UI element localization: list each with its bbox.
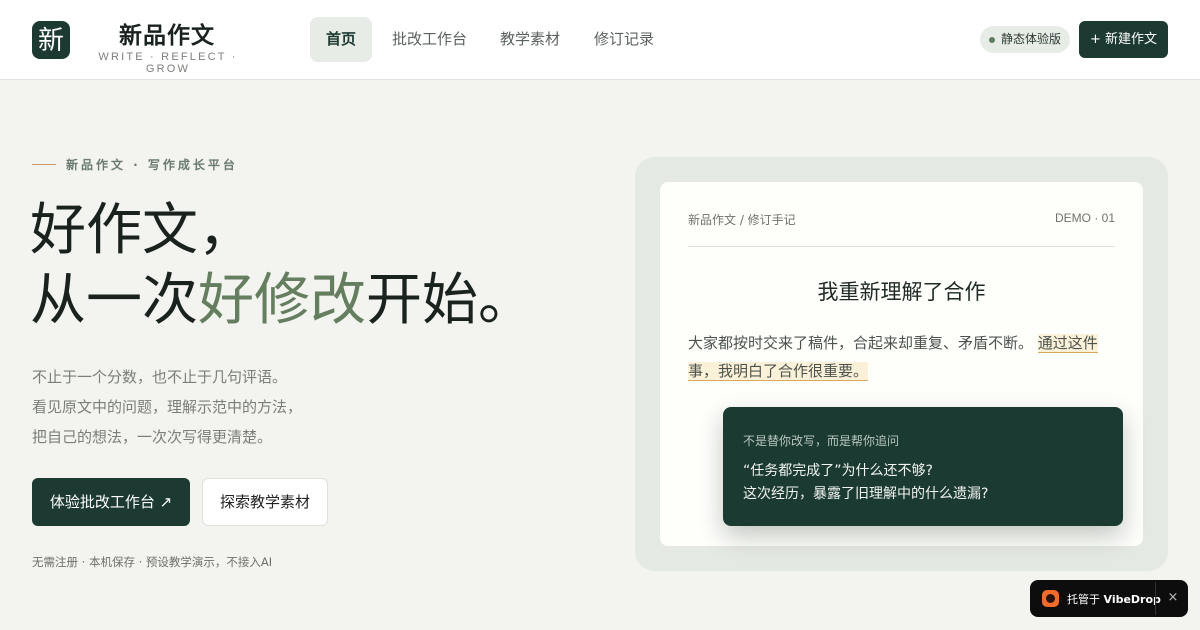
hero-title-line1: 好作文，	[30, 198, 254, 263]
hosting-toast: 托管于 VibeDrop ×	[1030, 580, 1188, 617]
prompt-note-card: 不是替你改写，而是帮你追问 “任务都完成了”为什么还不够? 这次经历，暴露了旧理…	[723, 407, 1123, 526]
preview-title: 我重新理解了合作	[817, 280, 986, 304]
hero-title-accent: 好修改	[198, 268, 366, 333]
hosting-prefix: 托管于	[1067, 593, 1100, 606]
top-header: 新 新品作文 WRITE · REFLECT · GROW 首页 批改工作台 教…	[0, 0, 1200, 80]
eyebrow-divider	[32, 164, 56, 165]
note-question: 这次经历，暴露了旧理解中的什么遗漏?	[743, 486, 989, 502]
preview-body: 大家都按时交来了稿件，合起来却重复、矛盾不断。 通过这件事，我明白了合作很重要。	[688, 329, 1118, 385]
nav-item-materials[interactable]: 教学素材	[484, 17, 576, 62]
hero-title-post: 开始。	[366, 268, 534, 333]
new-essay-button[interactable]: + 新建作文	[1079, 21, 1168, 58]
hero-title-pre: 从一次	[30, 268, 198, 333]
note-question: “任务都完成了”为什么还不够?	[743, 463, 933, 479]
hero-desc-line: 把自己的想法，一次次写得更清楚。	[32, 428, 273, 446]
note-kicker: 不是替你改写，而是帮你追问	[743, 434, 900, 448]
brand-name[interactable]: 新品作文	[82, 16, 252, 50]
note-questions: “任务都完成了”为什么还不够? 这次经历，暴露了旧理解中的什么遗漏?	[743, 460, 988, 506]
badge-label: 静态体验版	[1001, 32, 1062, 46]
hero-eyebrow: 新品作文 · 写作成长平台	[66, 158, 238, 172]
nav-item-home[interactable]: 首页	[310, 17, 373, 62]
preview-body-text: 大家都按时交来了稿件，合起来却重复、矛盾不断。	[688, 334, 1034, 352]
preview-code: DEMO · 01	[1054, 211, 1115, 225]
preview-breadcrumb: 新品作文 / 修订手记	[688, 213, 796, 227]
logo-icon[interactable]: 新	[32, 21, 70, 59]
hosting-brand: VibeDrop	[1103, 593, 1161, 606]
hero-title: 好作文， 从一次好修改开始。	[30, 196, 534, 336]
hero-footnote: 无需注册 · 本机保存 · 预设教学演示，不接入AI	[32, 555, 273, 569]
vibedrop-logo-icon	[1042, 590, 1059, 607]
hosting-label[interactable]: 托管于 VibeDrop	[1067, 591, 1161, 607]
toast-divider	[1155, 582, 1156, 615]
brand-tagline: WRITE · REFLECT · GROW	[98, 51, 238, 75]
static-version-badge: 静态体验版	[980, 26, 1071, 53]
hero-description: 不止于一个分数，也不止于几句评语。 看见原文中的问题，理解示范中的方法， 把自己…	[32, 362, 302, 452]
hero-desc-line: 不止于一个分数，也不止于几句评语。	[32, 368, 288, 386]
explore-materials-button[interactable]: 探索教学素材	[202, 478, 328, 526]
preview-divider	[688, 246, 1115, 247]
hero-desc-line: 看见原文中的问题，理解示范中的方法，	[32, 398, 303, 416]
try-workbench-button[interactable]: 体验批改工作台 ↗	[32, 478, 190, 526]
nav-item-workbench[interactable]: 批改工作台	[376, 17, 483, 62]
close-icon[interactable]: ×	[1165, 589, 1181, 607]
nav-item-revisions[interactable]: 修订记录	[578, 17, 670, 62]
status-dot-icon	[989, 37, 995, 43]
